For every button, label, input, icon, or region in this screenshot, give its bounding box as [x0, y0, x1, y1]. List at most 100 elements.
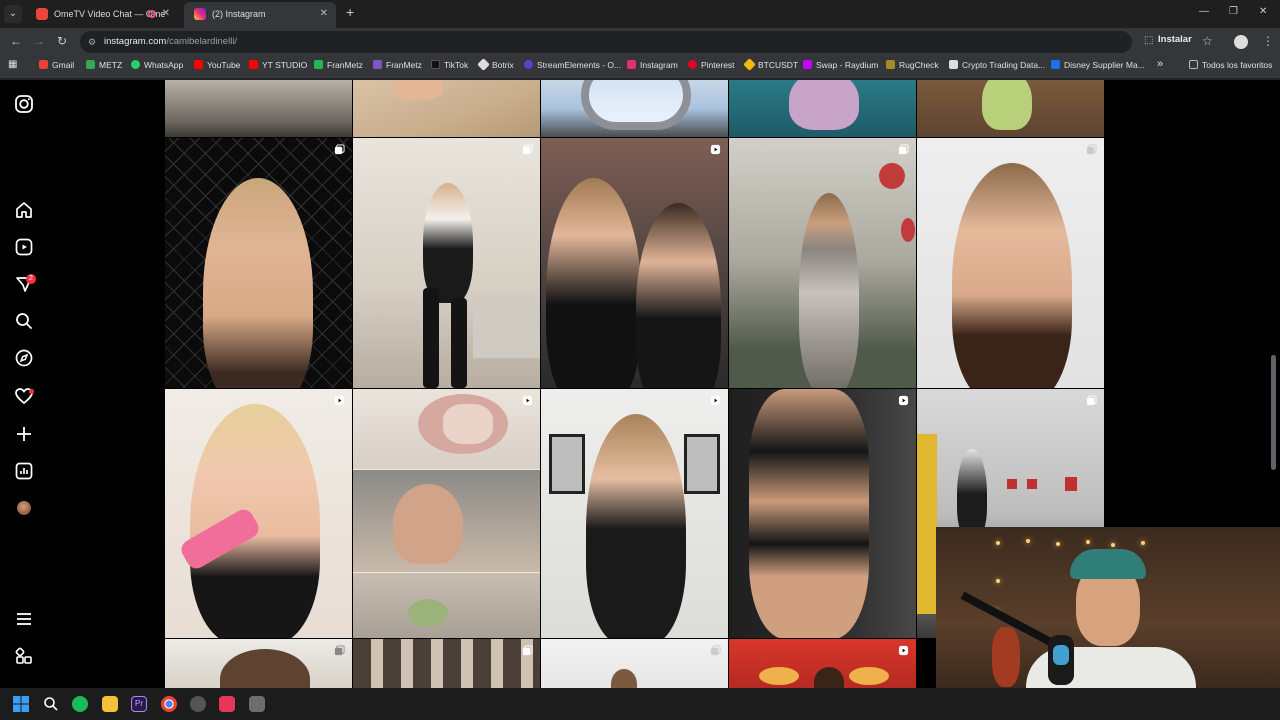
- bookmark-botrix[interactable]: Botrix: [477, 58, 514, 71]
- bookmark-instagram[interactable]: Instagram: [627, 60, 678, 70]
- reel-icon: [710, 395, 721, 406]
- create-icon[interactable]: [14, 424, 34, 444]
- tab-search-button[interactable]: ⌄: [4, 5, 22, 23]
- post-tile[interactable]: [541, 80, 728, 137]
- post-tile[interactable]: [353, 138, 540, 388]
- install-button[interactable]: Instalar: [1158, 34, 1192, 45]
- bookmark-pinterest[interactable]: Pinterest: [688, 60, 735, 70]
- post-tile[interactable]: [729, 389, 916, 638]
- more-bookmarks-icon[interactable]: »: [1157, 58, 1163, 70]
- windows-start-icon[interactable]: [13, 696, 29, 712]
- post-tile[interactable]: [353, 389, 540, 638]
- bookmark-yt-studio[interactable]: YT STUDIO: [249, 60, 307, 70]
- post-tile[interactable]: [729, 80, 916, 137]
- instagram-favicon-icon: [194, 8, 206, 20]
- reels-icon[interactable]: [14, 237, 34, 257]
- bookmark-youtube[interactable]: YouTube: [194, 60, 240, 70]
- obs-icon[interactable]: [190, 696, 206, 712]
- search-icon[interactable]: [43, 696, 59, 712]
- carousel-icon: [334, 645, 345, 656]
- twitch-icon: [373, 60, 382, 69]
- binance-icon: [743, 58, 756, 71]
- close-tab-icon[interactable]: ✕: [162, 3, 170, 25]
- post-tile[interactable]: [541, 389, 728, 638]
- apps-grid-icon[interactable]: ▦: [8, 59, 17, 70]
- metz-icon: [86, 60, 95, 69]
- post-tile[interactable]: [729, 639, 916, 688]
- reel-icon: [898, 395, 909, 406]
- post-tile[interactable]: [541, 639, 728, 688]
- carousel-icon: [1086, 144, 1097, 155]
- profile-avatar[interactable]: [17, 501, 31, 515]
- rugcheck-icon: [886, 60, 895, 69]
- premiere-pro-icon[interactable]: Pr: [131, 696, 147, 712]
- reel-icon: [710, 144, 721, 155]
- disney-icon: [1051, 60, 1060, 69]
- bookmark-whatsapp[interactable]: WhatsApp: [131, 60, 183, 70]
- restore-icon[interactable]: ❐: [1229, 6, 1238, 17]
- guitar: [992, 627, 1020, 687]
- minimize-icon[interactable]: —: [1199, 6, 1209, 17]
- url-host: instagram.com: [104, 36, 167, 47]
- post-tile[interactable]: [541, 138, 728, 388]
- chrome-menu-icon[interactable]: ⋮: [1262, 34, 1274, 48]
- file-explorer-icon[interactable]: [102, 696, 118, 712]
- site-info-icon[interactable]: ⚙: [88, 31, 96, 53]
- new-tab-button[interactable]: +: [346, 4, 354, 20]
- bookmark-franmetz-2[interactable]: FranMetz: [373, 60, 422, 70]
- bookmark-btcusdt[interactable]: BTCUSDT: [743, 58, 798, 71]
- messages-badge: 2: [26, 274, 36, 284]
- bookmark-metz[interactable]: METZ: [86, 60, 122, 70]
- reel-icon: [334, 395, 345, 406]
- post-tile[interactable]: [165, 80, 352, 137]
- spotify-icon[interactable]: [72, 696, 88, 712]
- post-tile[interactable]: [917, 138, 1104, 388]
- post-tile[interactable]: [353, 639, 540, 688]
- whatsapp-icon: [131, 60, 140, 69]
- botrix-icon: [477, 58, 490, 71]
- bookmark-franmetz-1[interactable]: FranMetz: [314, 60, 363, 70]
- post-tile[interactable]: [917, 80, 1104, 137]
- forward-icon[interactable]: →: [33, 34, 45, 48]
- profile-icon[interactable]: [1234, 35, 1248, 49]
- page-scrollbar[interactable]: [1271, 355, 1276, 470]
- pinterest-icon: [688, 60, 697, 69]
- instagram-logo-icon[interactable]: [14, 94, 34, 114]
- home-icon[interactable]: [14, 200, 34, 220]
- reload-icon[interactable]: ↻: [57, 34, 67, 48]
- explore-icon[interactable]: [14, 348, 34, 368]
- post-tile[interactable]: [165, 389, 352, 638]
- all-favorites-folder[interactable]: Todos los favoritos: [1189, 60, 1272, 70]
- bookmark-streamelements[interactable]: StreamElements - O...: [524, 60, 621, 70]
- also-from-meta-icon[interactable]: [14, 646, 34, 666]
- bookmark-gmail[interactable]: Gmail: [39, 60, 74, 70]
- bookmark-disney-supplier[interactable]: Disney Supplier Ma...: [1051, 60, 1145, 70]
- back-icon[interactable]: ←: [10, 34, 22, 48]
- address-bar[interactable]: ⚙ instagram.com/camibelardinelli/: [80, 31, 1132, 53]
- install-app-icon[interactable]: ⬚: [1144, 35, 1153, 46]
- instagram-icon: [627, 60, 636, 69]
- carousel-icon: [710, 645, 721, 656]
- close-window-icon[interactable]: ✕: [1259, 6, 1267, 17]
- chrome-icon[interactable]: [161, 696, 177, 712]
- more-menu-icon[interactable]: [14, 609, 34, 629]
- capcut-icon[interactable]: [219, 696, 235, 712]
- crypto-trading-icon: [949, 60, 958, 69]
- reel-icon: [522, 395, 533, 406]
- dashboard-icon[interactable]: [14, 461, 34, 481]
- tab-ometv[interactable]: OmeTV Video Chat — Ome ✕: [26, 3, 178, 25]
- bookmarks-bar: ▦ Gmail METZ WhatsApp YouTube YT STUDIO …: [0, 56, 1280, 78]
- close-tab-icon[interactable]: ✕: [320, 2, 328, 26]
- post-tile[interactable]: [729, 138, 916, 388]
- search-icon[interactable]: [14, 311, 34, 331]
- bookmark-tiktok[interactable]: TikTok: [431, 60, 468, 70]
- bookmark-crypto-trading[interactable]: Crypto Trading Data...: [949, 60, 1045, 70]
- post-tile[interactable]: [353, 80, 540, 137]
- app-icon[interactable]: [249, 696, 265, 712]
- bookmark-star-icon[interactable]: ☆: [1202, 34, 1213, 48]
- post-tile[interactable]: [165, 639, 352, 688]
- tab-instagram[interactable]: (2) Instagram ✕: [184, 2, 336, 28]
- post-tile[interactable]: [165, 138, 352, 388]
- bookmark-rugcheck[interactable]: RugCheck: [886, 60, 939, 70]
- bookmark-raydium[interactable]: Swap - Raydium: [803, 60, 878, 70]
